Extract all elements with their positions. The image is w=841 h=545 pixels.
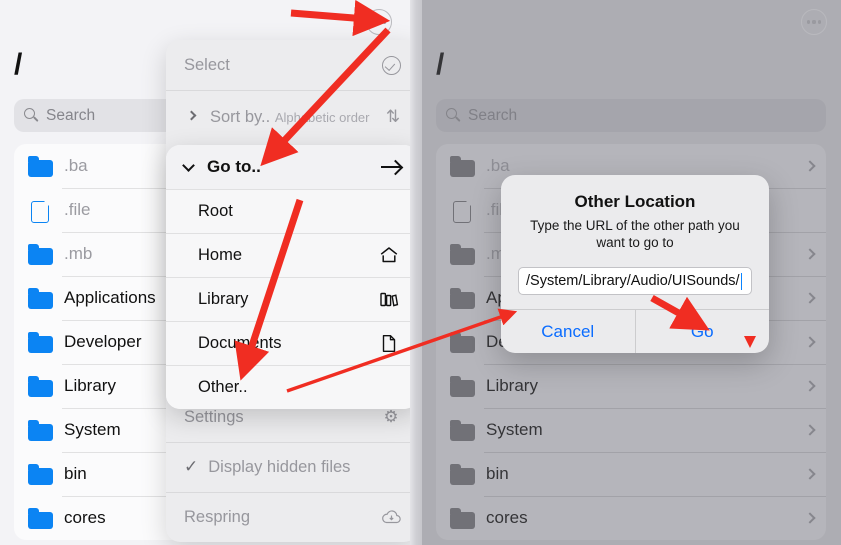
search-placeholder: Search	[46, 106, 96, 124]
cloud-refresh-icon	[380, 506, 402, 528]
sort-arrows-icon: ⇅	[385, 107, 401, 126]
chevron-right-icon	[804, 292, 816, 304]
check-circle-icon	[380, 54, 402, 76]
path-input-value: /System/Library/Audio/UISounds/	[526, 273, 740, 289]
menu-item-label: Root	[198, 201, 233, 220]
file-name: Developer	[64, 332, 142, 351]
list-item[interactable]: Library	[436, 364, 826, 408]
list-item[interactable]: System	[436, 408, 826, 452]
text-cursor	[740, 272, 743, 290]
menu-item-label: Home	[198, 245, 243, 264]
goto-item-root[interactable]: Root	[166, 189, 410, 233]
chevron-right-icon	[804, 468, 816, 480]
folder-icon	[450, 332, 476, 353]
folder-icon	[28, 332, 54, 353]
file-name: System	[486, 420, 543, 439]
chevron-right-icon	[804, 336, 816, 348]
folder-icon	[28, 420, 54, 441]
document-icon	[378, 332, 400, 354]
gear-icon: ⚙	[383, 408, 399, 426]
menu-item-sublabel: Alphabetic order	[274, 109, 370, 125]
chevron-right-icon	[804, 248, 816, 260]
goto-item-home[interactable]: Home	[166, 233, 410, 277]
search-icon	[446, 108, 461, 123]
menu-item-label: Respring	[184, 507, 251, 526]
file-name: cores	[486, 508, 528, 527]
folder-icon	[450, 508, 476, 529]
file-name: .ba	[486, 156, 510, 175]
search-icon	[24, 108, 39, 123]
goto-item-library[interactable]: Library	[166, 277, 410, 321]
file-name: System	[64, 420, 121, 439]
other-location-dialog: Other Location Type the URL of the other…	[501, 175, 769, 353]
folder-icon	[28, 508, 54, 529]
folder-icon	[450, 288, 476, 309]
folder-icon	[450, 244, 476, 265]
goto-submenu: Go to.. Root Home Library Documents Othe…	[166, 145, 410, 409]
page-title: /	[436, 48, 445, 81]
menu-item-sort-by[interactable]: Sort by.. Alphabetic order ⇅	[166, 90, 410, 144]
menu-item-label: Display hidden files	[208, 457, 351, 476]
ellipsis-circle-icon[interactable]	[801, 9, 827, 35]
cancel-button[interactable]: Cancel	[501, 310, 635, 353]
chevron-right-icon	[804, 512, 816, 524]
folder-icon	[450, 464, 476, 485]
left-file-browser-panel: / Search .ba .file .mb Applications Deve…	[0, 0, 410, 545]
chevron-right-icon	[186, 110, 197, 121]
menu-item-respring[interactable]: Respring	[166, 492, 410, 542]
file-name: cores	[64, 508, 106, 527]
list-item[interactable]: cores	[436, 496, 826, 540]
folder-icon	[450, 420, 476, 441]
menu-item-go-to[interactable]: Go to..	[166, 145, 410, 189]
file-name: bin	[64, 464, 87, 483]
search-input[interactable]: Search	[436, 99, 826, 132]
arrow-right-icon	[380, 156, 402, 178]
menu-item-select[interactable]: Select	[166, 40, 410, 90]
go-button[interactable]: Go	[634, 310, 770, 353]
menu-item-label: Settings	[184, 407, 244, 426]
dialog-title: Other Location	[574, 192, 696, 211]
goto-item-other[interactable]: Other..	[166, 365, 410, 409]
panel-divider	[410, 0, 422, 545]
document-icon	[450, 200, 476, 223]
goto-item-documents[interactable]: Documents	[166, 321, 410, 365]
house-icon	[378, 244, 400, 266]
folder-icon	[28, 156, 54, 177]
file-name: bin	[486, 464, 509, 483]
books-icon	[378, 288, 400, 310]
page-title: /	[14, 48, 23, 81]
menu-item-label: Select	[184, 55, 230, 74]
file-name: .file	[64, 200, 91, 219]
menu-item-display-hidden-files[interactable]: ✓ Display hidden files	[166, 442, 410, 492]
document-icon	[28, 200, 54, 223]
folder-icon	[450, 376, 476, 397]
folder-icon	[28, 376, 54, 397]
list-item[interactable]: bin	[436, 452, 826, 496]
file-name: .ba	[64, 156, 88, 175]
chevron-right-icon	[804, 160, 816, 172]
checkmark-icon: ✓	[184, 457, 199, 476]
chevron-down-icon	[182, 158, 195, 172]
menu-item-label: Other..	[198, 377, 248, 396]
menu-item-label: Sort by..	[210, 107, 271, 126]
file-name: Applications	[64, 288, 156, 307]
file-name: Library	[64, 376, 116, 395]
folder-icon	[28, 464, 54, 485]
file-name: .mb	[64, 244, 93, 263]
chevron-right-icon	[804, 380, 816, 392]
file-name: Library	[486, 376, 538, 395]
folder-icon	[450, 156, 476, 177]
folder-icon	[28, 244, 54, 265]
menu-item-label: Go to..	[207, 157, 261, 176]
dialog-message: Type the URL of the other path you want …	[530, 218, 740, 250]
screenshot-root: / Search .ba .file .mb Applications Deve…	[0, 0, 841, 545]
chevron-right-icon	[804, 424, 816, 436]
menu-item-label: Library	[198, 289, 249, 308]
path-input[interactable]: /System/Library/Audio/UISounds/	[518, 267, 752, 295]
menu-item-label: Documents	[198, 333, 282, 352]
search-placeholder: Search	[468, 106, 518, 124]
folder-icon	[28, 288, 54, 309]
ellipsis-circle-icon[interactable]	[366, 9, 392, 35]
